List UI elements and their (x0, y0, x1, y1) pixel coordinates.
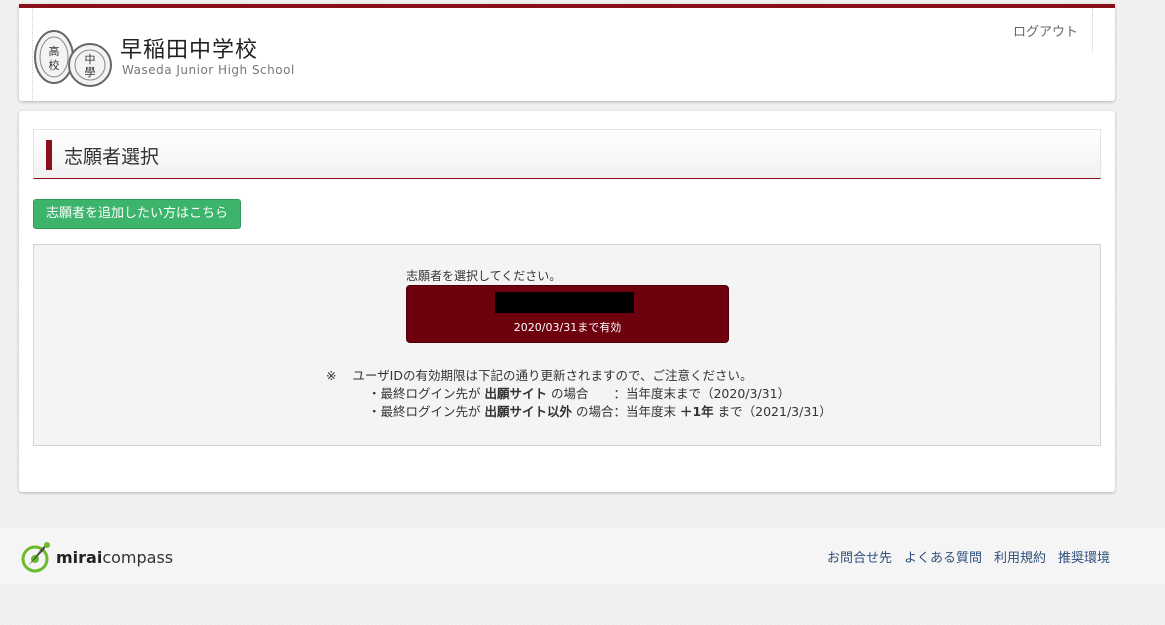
note-line-1: ※ ユーザIDの有効期限は下記の通り更新されますので、ご注意ください。 (326, 367, 832, 385)
school-name-en: Waseda Junior High School (122, 63, 295, 77)
note-line-2-pre: ・最終ログイン先が (368, 386, 485, 401)
note-line-3-bold: 出願サイト以外 (484, 404, 572, 419)
footer-link-contact[interactable]: お問合せ先 (827, 551, 892, 566)
select-prompt: 志願者を選択してください。 (406, 269, 562, 283)
applicant-select-panel: 志願者を選択してください。 2020/03/31まで有効 ※ ユーザIDの有効期… (33, 244, 1101, 446)
note-line-2-post: の場合 ：当年度末まで（2020/3/31） (547, 386, 791, 401)
brand-name: miraicompass (56, 548, 173, 567)
note-line-3-pre: ・最終ログイン先が (368, 404, 485, 419)
page-title: 志願者選択 (64, 146, 160, 168)
svg-text:學: 學 (85, 66, 96, 79)
school-crest-junior-icon: 中 學 (68, 43, 112, 87)
svg-text:中: 中 (85, 53, 96, 66)
brand-name-rest: compass (102, 548, 174, 567)
footer: miraicompass お問合せ先 よくある質問 利用規約 推奨環境 (0, 528, 1165, 584)
svg-text:高: 高 (49, 44, 60, 58)
section-header: 志願者選択 (33, 129, 1101, 179)
note-mark: ※ (326, 368, 337, 383)
applicant-button[interactable]: 2020/03/31まで有効 (406, 285, 729, 343)
svg-text:校: 校 (49, 58, 60, 72)
note-line-3-bold2: ＋1年 (679, 404, 714, 419)
footer-link-faq[interactable]: よくある質問 (904, 551, 982, 566)
brand-name-bold: mirai (56, 548, 103, 567)
note-line-3: ・最終ログイン先が 出願サイト以外 の場合：当年度末 ＋1年 まで（2021/3… (326, 403, 832, 421)
note-line-3-post: まで（2021/3/31） (713, 404, 832, 419)
logout-link[interactable]: ログアウト (1013, 21, 1078, 40)
note-text: ユーザIDの有効期限は下記の通り更新されますので、ご注意ください。 (352, 368, 753, 383)
expiry-note: ※ ユーザIDの有効期限は下記の通り更新されますので、ご注意ください。 ・最終ロ… (326, 367, 832, 421)
header-divider-right (1092, 8, 1093, 52)
school-name: 早稲田中学校 (120, 38, 259, 63)
footer-link-environment[interactable]: 推奨環境 (1058, 551, 1110, 566)
note-line-2-bold: 出願サイト (484, 386, 547, 401)
footer-link-terms[interactable]: 利用規約 (994, 551, 1046, 566)
applicant-valid-until: 2020/03/31まで有効 (513, 321, 622, 334)
note-line-3-mid: の場合：当年度末 (572, 404, 680, 419)
header-card: 高 校 中 學 早稲田中学校 Waseda Junior High School… (19, 4, 1115, 101)
add-applicant-button[interactable]: 志願者を追加したい方はこちら (33, 199, 241, 229)
note-line-2: ・最終ログイン先が 出願サイト の場合 ：当年度末まで（2020/3/31） (326, 385, 832, 403)
compass-logo-icon (21, 542, 50, 573)
redacted-applicant-name (495, 292, 634, 313)
main-card: 志願者選択 志願者を追加したい方はこちら 志願者を選択してください。 2020/… (19, 111, 1115, 492)
section-accent-bar (46, 140, 52, 170)
footer-links: お問合せ先 よくある質問 利用規約 推奨環境 (815, 547, 1110, 566)
